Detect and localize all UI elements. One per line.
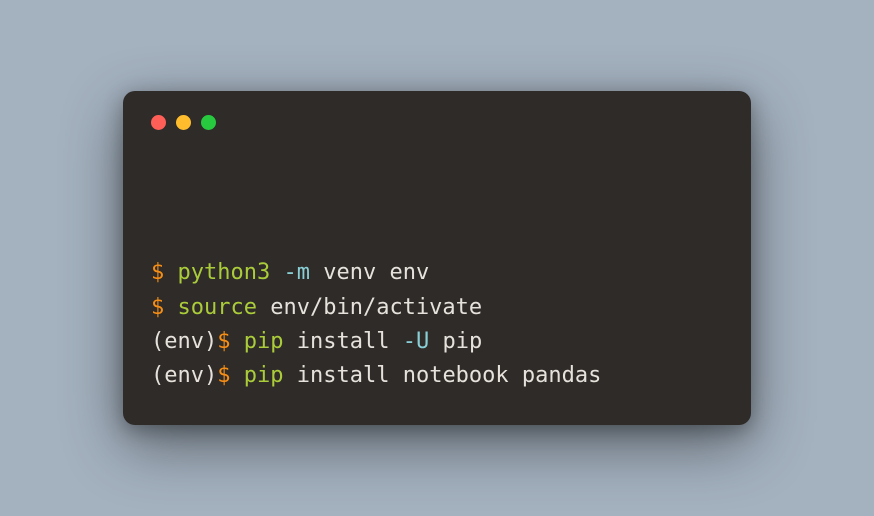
maximize-icon[interactable] [201, 115, 216, 130]
terminal-line: (env)$ pip install -U pip [151, 325, 723, 359]
minimize-icon[interactable] [176, 115, 191, 130]
token-arg: pip [442, 329, 482, 354]
terminal-line: $ python3 -m venv env [151, 256, 723, 290]
terminal-window: $ python3 -m venv env$ source env/bin/ac… [123, 91, 751, 425]
token-cmd: pip [244, 329, 284, 354]
terminal-line: (env)$ pip install notebook pandas [151, 359, 723, 393]
terminal-body[interactable]: $ python3 -m venv env$ source env/bin/ac… [151, 154, 723, 393]
venv-prefix: (env) [151, 363, 217, 388]
traffic-lights [151, 115, 723, 130]
prompt-symbol: $ [217, 329, 230, 354]
token-arg: env [389, 260, 429, 285]
terminal-line: $ source env/bin/activate [151, 291, 723, 325]
close-icon[interactable] [151, 115, 166, 130]
token-arg: install [297, 363, 390, 388]
token-arg: install [297, 329, 390, 354]
token-arg: pandas [522, 363, 601, 388]
token-cmd: pip [244, 363, 284, 388]
token-arg: notebook [403, 363, 509, 388]
token-flag: -U [403, 329, 430, 354]
token-cmd: source [178, 295, 257, 320]
prompt-symbol: $ [217, 363, 230, 388]
token-arg: venv [323, 260, 376, 285]
token-cmd: python3 [178, 260, 271, 285]
prompt-symbol: $ [151, 295, 164, 320]
prompt-symbol: $ [151, 260, 164, 285]
venv-prefix: (env) [151, 329, 217, 354]
token-arg: env/bin/activate [270, 295, 482, 320]
token-flag: -m [283, 260, 310, 285]
